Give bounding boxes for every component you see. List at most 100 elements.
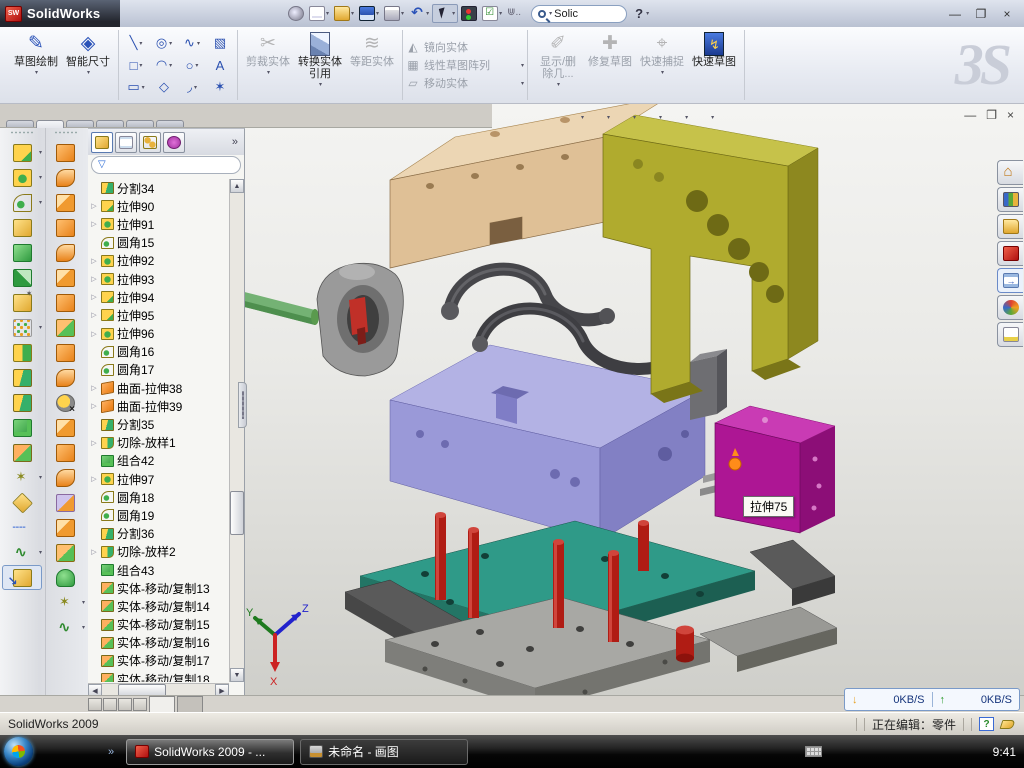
custom-properties[interactable]	[997, 322, 1023, 347]
chevron-down-icon[interactable]: ▾	[633, 114, 636, 121]
extruded-boss[interactable]: ▾	[2, 165, 42, 190]
command-tab[interactable]	[96, 120, 124, 127]
pin[interactable]	[286, 5, 306, 22]
chevron-down-icon[interactable]: ▾	[319, 81, 322, 88]
i-mirror[interactable]: 镜向实体	[406, 39, 524, 55]
search-box[interactable]: ▾ Solic	[531, 5, 627, 23]
chevron-down-icon[interactable]: ▾	[426, 10, 429, 17]
messenger[interactable]	[43, 744, 58, 759]
linear-pattern[interactable]: ▾	[2, 315, 42, 340]
chevron-down-icon[interactable]: ▾	[139, 62, 142, 69]
view-palette[interactable]	[997, 268, 1023, 293]
t-extb[interactable]: ▷ 拉伸93	[90, 270, 228, 288]
chevron-down-icon[interactable]: ▾	[521, 62, 524, 69]
health-plus-green[interactable]	[949, 745, 962, 758]
tag-icon[interactable]	[1000, 720, 1016, 729]
t-split[interactable]: ▷ 分割35	[90, 415, 228, 433]
design-library[interactable]	[997, 187, 1023, 212]
t-extb[interactable]: ▷ 拉伸91	[90, 215, 228, 233]
chevron-down-icon[interactable]: ▾	[557, 81, 560, 88]
t-extb[interactable]: ▷ 拉伸97	[90, 470, 228, 488]
help-button[interactable]: ?	[635, 6, 643, 21]
search-input[interactable]: Solic	[554, 8, 578, 20]
t-comb[interactable]: ▷ 组合43	[90, 561, 228, 579]
sketch-entity-button[interactable]: ▧	[206, 32, 234, 54]
model-connector-post-grey[interactable]	[690, 349, 727, 420]
menu-item[interactable]	[198, 10, 216, 18]
t-move[interactable]: ▷ 实体-移动/复制15	[90, 616, 228, 634]
quick-launch-chevron[interactable]: »	[108, 746, 114, 758]
graphics-viewport[interactable]: Y Z X ▾	[245, 104, 1024, 695]
sketch-entity-button[interactable]: ◇	[150, 76, 178, 98]
move-copy-body[interactable]	[2, 440, 42, 465]
tab-nav-button[interactable]	[118, 698, 132, 711]
i-trim[interactable]: 剪裁实体 ▾	[242, 30, 294, 100]
sketch-entity-button[interactable]: A	[206, 54, 234, 76]
menu-item[interactable]	[264, 10, 282, 18]
t-move[interactable]: ▷ 实体-移动/复制14	[90, 597, 228, 615]
i-relations[interactable]: 显示/删除几... ▾	[532, 30, 584, 100]
chevron-down-icon[interactable]: ▾	[39, 174, 42, 181]
display-style[interactable]: ▾	[588, 109, 610, 125]
gear-check[interactable]	[877, 745, 890, 758]
warning-triangle[interactable]	[931, 745, 944, 758]
document-tab[interactable]	[177, 696, 203, 712]
solidworks-resources[interactable]	[997, 241, 1023, 266]
i-offset[interactable]: 等距实体	[346, 30, 398, 100]
t-loft[interactable]: ▷ 切除-放样2	[90, 543, 228, 561]
draft[interactable]	[2, 265, 42, 290]
chevron-down-icon[interactable]: ▾	[607, 114, 610, 121]
sketch-entity-button[interactable]: ▭ ▾	[122, 76, 150, 98]
chevron-down-icon[interactable]: ▾	[87, 69, 90, 76]
tab-nav-button[interactable]	[133, 698, 147, 711]
t-exta[interactable]: ▷ 拉伸94	[90, 288, 228, 306]
expand-arrow-icon[interactable]: ▷	[90, 475, 98, 483]
minimize-button[interactable]: —	[948, 7, 962, 21]
chevron-down-icon[interactable]: ▾	[549, 10, 552, 17]
tree-vertical-scrollbar[interactable]: ▲ ▼	[229, 179, 244, 682]
command-tab[interactable]	[66, 120, 94, 127]
expand-arrow-icon[interactable]: ▷	[90, 439, 98, 447]
knit-surface[interactable]	[46, 240, 85, 265]
t-move[interactable]: ▷ 实体-移动/复制17	[90, 652, 228, 670]
t-fillet[interactable]: ▷ 圆角19	[90, 506, 228, 524]
trim-surface[interactable]	[46, 190, 85, 215]
chevron-down-icon[interactable]: ▾	[169, 40, 172, 47]
print[interactable]: ▾	[382, 5, 406, 22]
menu-item[interactable]	[220, 10, 238, 18]
expand-arrow-icon[interactable]: ▷	[90, 220, 98, 228]
chevron-down-icon[interactable]: ▾	[326, 10, 329, 17]
tab-configuration-manager[interactable]	[139, 132, 161, 153]
split-body[interactable]	[2, 390, 42, 415]
fillet-surface[interactable]	[46, 540, 85, 565]
volume[interactable]	[895, 745, 908, 758]
planar-surface[interactable]	[46, 290, 85, 315]
expand-arrow-icon[interactable]: ▷	[90, 402, 98, 410]
lofted-surface[interactable]	[46, 215, 85, 240]
network-speed-widget[interactable]: ↓ 0KB/S ↑ 0KB/S	[844, 688, 1020, 711]
i-smartdim[interactable]: 智能尺寸 ▾	[62, 30, 114, 100]
model-stop-cylinder-red[interactable]	[676, 626, 694, 663]
reference-plane[interactable]	[2, 490, 42, 515]
chevron-down-icon[interactable]: ▾	[401, 10, 404, 17]
t-move[interactable]: ▷ 实体-移动/复制13	[90, 579, 228, 597]
i-pattern[interactable]: 线性草图阵列 ▾	[406, 57, 524, 73]
t-loft[interactable]: ▷ 切除-放样1	[90, 434, 228, 452]
hole-wizard[interactable]	[2, 290, 42, 315]
shield-green[interactable]	[859, 745, 872, 758]
combine-pair[interactable]	[2, 340, 42, 365]
close-button[interactable]: ×	[1000, 7, 1014, 21]
spline-curve[interactable]: ▾	[46, 615, 85, 640]
sketch-entity-button[interactable]: ∿ ▾	[178, 32, 206, 54]
sketch-entity-button[interactable]: ╲ ▾	[122, 32, 150, 54]
hide-show-items[interactable]: ▾	[614, 109, 636, 125]
expand-arrow-icon[interactable]: ▷	[90, 257, 98, 265]
expand-arrow-icon[interactable]: ▷	[90, 384, 98, 392]
t-move[interactable]: ▷ 实体-移动/复制18	[90, 670, 228, 682]
solidworks[interactable]: SolidWorks 2009 - ...	[126, 739, 294, 765]
view-settings[interactable]: ▾	[692, 109, 714, 125]
chevron-down-icon[interactable]: ▾	[452, 10, 455, 17]
chevron-down-icon[interactable]: ▾	[142, 84, 145, 91]
t-surf[interactable]: ▷ 曲面-拉伸38	[90, 379, 228, 397]
mid-surface[interactable]	[46, 440, 85, 465]
